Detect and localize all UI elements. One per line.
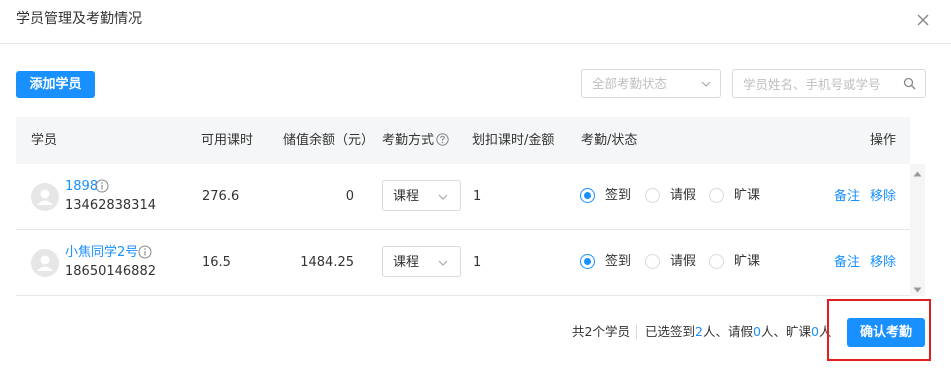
chevron-down-icon: [437, 191, 449, 206]
balance: 1484.25: [300, 255, 354, 270]
radio-leave[interactable]: [645, 254, 660, 269]
note-link[interactable]: 备注: [834, 254, 860, 271]
confirm-attendance-button[interactable]: 确认考勤: [847, 318, 925, 347]
summary-prefix: 已选签到: [645, 324, 696, 339]
student-search-input[interactable]: [743, 75, 893, 93]
leave-count: 0: [752, 324, 761, 339]
radio-absent[interactable]: [709, 254, 724, 269]
radio-sign-in[interactable]: [580, 254, 595, 269]
header-balance: 储值余额（元）: [283, 133, 375, 148]
status-filter-placeholder: 全部考勤状态: [592, 76, 668, 91]
table-header: 学员 可用课时 储值余额（元） 考勤方式 划扣课时/金额 考勤/状态 操作: [16, 117, 910, 164]
table-scrollbar[interactable]: [910, 164, 925, 296]
header-available-hours: 可用课时: [201, 133, 254, 148]
deduct-value: 1: [473, 255, 482, 270]
info-icon[interactable]: [138, 245, 152, 259]
note-link[interactable]: 备注: [834, 188, 860, 205]
remove-link[interactable]: 移除: [870, 254, 896, 271]
status-filter-select[interactable]: 全部考勤状态: [581, 69, 721, 98]
radio-leave[interactable]: [645, 188, 660, 203]
student-phone: 18650146882: [65, 264, 156, 279]
student-name[interactable]: 1898: [65, 178, 98, 195]
scroll-down-icon[interactable]: [913, 282, 922, 297]
chevron-down-icon: [437, 257, 449, 272]
header-status: 考勤/状态: [581, 133, 638, 148]
dialog-header: 学员管理及考勤情况: [0, 0, 951, 44]
attendance-mode-value: 课程: [393, 255, 420, 270]
radio-absent[interactable]: [709, 188, 724, 203]
available-hours: 16.5: [202, 255, 231, 270]
radio-sign-in-label[interactable]: 签到: [605, 253, 631, 270]
help-icon[interactable]: [436, 133, 449, 151]
total-students-text: 共2个学员: [572, 324, 630, 339]
search-icon[interactable]: [903, 77, 916, 94]
radio-leave-label[interactable]: 请假: [670, 253, 696, 270]
radio-absent-label[interactable]: 旷课: [734, 187, 760, 204]
student-name[interactable]: 小焦同学2号: [65, 244, 138, 261]
info-icon[interactable]: [95, 179, 109, 193]
deduct-value: 1: [473, 189, 482, 204]
absent-unit: 人: [818, 324, 832, 339]
table-row: 小焦同学2号 18650146882 16.5 1484.25 课程 1 签到 …: [16, 230, 910, 296]
available-hours: 276.6: [202, 189, 240, 204]
remove-link[interactable]: 移除: [870, 188, 896, 205]
radio-absent-label[interactable]: 旷课: [734, 253, 760, 270]
attendance-mode-select[interactable]: 课程: [382, 180, 461, 211]
table-row: 1898 13462838314 276.6 0 课程 1 签到 请假 旷课 备…: [16, 164, 910, 230]
header-deduct: 划扣课时/金额: [472, 133, 555, 148]
leave-unit: 人、旷课: [760, 324, 811, 339]
avatar: [31, 249, 59, 277]
attendance-mode-value: 课程: [393, 189, 420, 204]
radio-sign-in[interactable]: [580, 188, 595, 203]
attendance-mode-select[interactable]: 课程: [382, 246, 461, 277]
attendance-summary: 已选签到2人、请假0人、旷课0人: [645, 324, 831, 340]
header-actions: 操作: [870, 133, 897, 148]
student-search-box: [732, 69, 926, 98]
summary-divider: [636, 325, 637, 339]
radio-leave-label[interactable]: 请假: [670, 187, 696, 204]
signed-count: 2: [695, 324, 703, 339]
student-phone: 13462838314: [65, 198, 156, 213]
absent-count: 0: [810, 324, 819, 339]
scroll-up-icon[interactable]: [913, 166, 922, 181]
header-student: 学员: [31, 133, 58, 148]
add-student-button[interactable]: 添加学员: [16, 71, 95, 98]
dialog-title: 学员管理及考勤情况: [16, 11, 142, 27]
signed-unit: 人、请假: [702, 324, 753, 339]
chevron-down-icon: [700, 78, 712, 93]
balance: 0: [345, 189, 354, 204]
attendance-dialog: 学员管理及考勤情况 添加学员 全部考勤状态 学员 可用课时 储值余额（元） 考勤…: [0, 0, 951, 370]
close-icon[interactable]: [914, 11, 932, 29]
header-mode: 考勤方式: [382, 133, 435, 148]
radio-sign-in-label[interactable]: 签到: [605, 187, 631, 204]
avatar: [31, 183, 59, 211]
